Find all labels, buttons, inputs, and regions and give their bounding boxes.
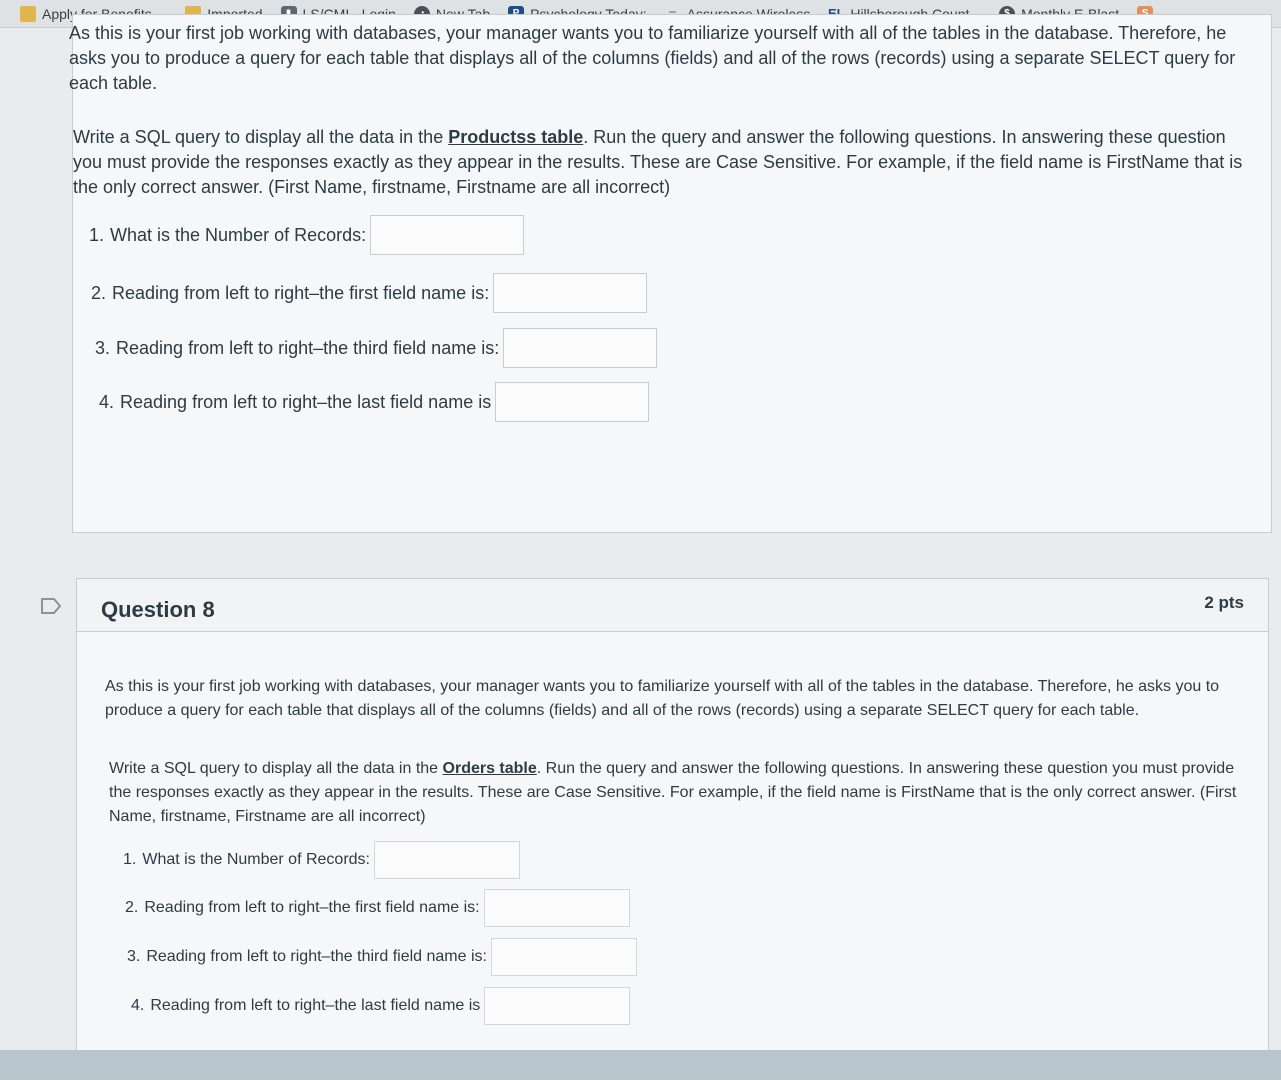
q7-last-field-input[interactable]	[495, 382, 650, 422]
q7-first-field-input[interactable]	[493, 273, 648, 313]
q8-item-2: 2. Reading from left to right–the first …	[125, 889, 630, 927]
item-number: 2.	[125, 899, 139, 916]
q8-item-3: 3. Reading from left to right–the third …	[127, 938, 637, 976]
item-label: Reading from left to right–the third fie…	[146, 948, 487, 965]
item-number: 3.	[127, 948, 141, 965]
bottom-edge	[0, 1050, 1281, 1080]
folder-icon	[20, 5, 36, 22]
q7-item-4: 4. Reading from left to right–the last f…	[99, 382, 650, 422]
question-8-header: Question 8 2 pts	[77, 579, 1268, 632]
item-number: 3.	[95, 337, 111, 358]
q7-item-3: 3. Reading from left to right–the third …	[95, 328, 658, 368]
q8-intro: As this is your first job working with d…	[105, 678, 1220, 719]
item-label: Reading from left to right–the third fie…	[116, 337, 500, 358]
orders-table-link[interactable]: Orders table	[443, 760, 537, 777]
q7-item-2: 2. Reading from left to right–the first …	[91, 273, 648, 313]
q7-instructions: Write a SQL query to display all the dat…	[73, 125, 1253, 200]
q8-item-4: 4. Reading from left to right–the last f…	[131, 987, 631, 1025]
item-number: 1.	[123, 851, 137, 868]
q8-records-input[interactable]	[373, 841, 520, 879]
q7-records-input[interactable]	[370, 215, 525, 255]
q7-item-1: 1. What is the Number of Records:	[89, 215, 525, 255]
q7-intro: As this is your first job working with d…	[69, 23, 1236, 93]
q8-last-field-input[interactable]	[484, 987, 631, 1025]
item-label: What is the Number of Records:	[142, 851, 370, 868]
flag-question-icon[interactable]	[40, 597, 64, 615]
question-7-panel: As this is your first job working with d…	[69, 14, 1272, 533]
q8-instructions: Write a SQL query to display all the dat…	[109, 757, 1239, 829]
item-label: Reading from left to right–the last fiel…	[150, 997, 481, 1014]
q8-third-field-input[interactable]	[490, 938, 637, 976]
item-number: 2.	[91, 282, 107, 303]
item-number: 4.	[131, 997, 145, 1014]
item-number: 4.	[99, 391, 115, 412]
q7-third-field-input[interactable]	[503, 328, 658, 368]
productss-table-link[interactable]: Productss table	[448, 127, 583, 147]
item-label: What is the Number of Records:	[110, 224, 367, 245]
question-points: 2 pts	[1204, 593, 1244, 612]
item-number: 1.	[89, 224, 105, 245]
question-title: Question 8	[101, 597, 215, 622]
item-label: Reading from left to right–the first fie…	[112, 282, 490, 303]
q8-item-1: 1. What is the Number of Records:	[123, 841, 520, 879]
question-8-panel: Question 8 2 pts As this is your first j…	[76, 578, 1269, 1080]
q7-instr-before: Write a SQL query to display all the dat…	[73, 127, 449, 147]
q8-instr-before: Write a SQL query to display all the dat…	[109, 760, 443, 777]
item-label: Reading from left to right–the last fiel…	[120, 391, 492, 412]
item-label: Reading from left to right–the first fie…	[144, 899, 480, 916]
q8-first-field-input[interactable]	[483, 889, 630, 927]
